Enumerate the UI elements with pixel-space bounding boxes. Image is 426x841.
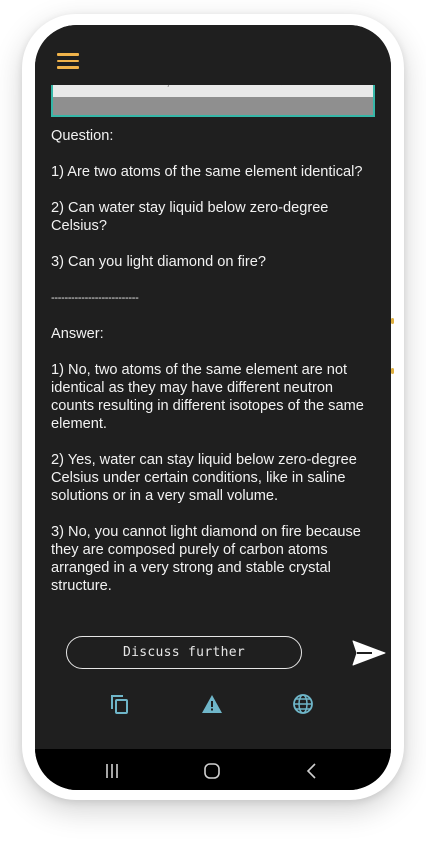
home-icon[interactable]	[202, 761, 222, 781]
hamburger-menu-icon[interactable]	[57, 53, 79, 69]
discuss-further-button[interactable]: Discuss further	[66, 636, 302, 669]
answer-item: 3) No, you cannot light diamond on fire …	[51, 524, 361, 594]
back-icon[interactable]	[302, 761, 322, 781]
globe-icon[interactable]	[292, 693, 314, 715]
edge-indicator	[391, 368, 394, 374]
warning-icon[interactable]	[201, 693, 223, 715]
app-screen: Question: 1) Are two atoms of the same e…	[35, 25, 391, 790]
question-item: 2) Can water stay liquid below zero-degr…	[51, 200, 329, 234]
question-label: Question:	[51, 128, 114, 144]
send-icon[interactable]	[352, 640, 386, 666]
separator: --------------------------	[51, 292, 139, 304]
answer-item: 2) Yes, water can stay liquid below zero…	[51, 452, 357, 504]
input-row: Discuss further	[66, 636, 386, 670]
copy-icon[interactable]	[109, 693, 131, 715]
edge-indicator	[391, 318, 394, 324]
app-bar	[35, 25, 391, 85]
answer-item: 1) No, two atoms of the same element are…	[51, 362, 364, 432]
action-toolbar	[35, 685, 391, 721]
question-item: 3) Can you light diamond on fire?	[51, 254, 266, 270]
system-nav-bar	[35, 749, 391, 790]
recents-icon[interactable]	[102, 761, 122, 781]
response-text: Question: 1) Are two atoms of the same e…	[51, 127, 377, 595]
question-item: 1) Are two atoms of the same element ide…	[51, 164, 363, 180]
answer-label: Answer:	[51, 326, 104, 342]
